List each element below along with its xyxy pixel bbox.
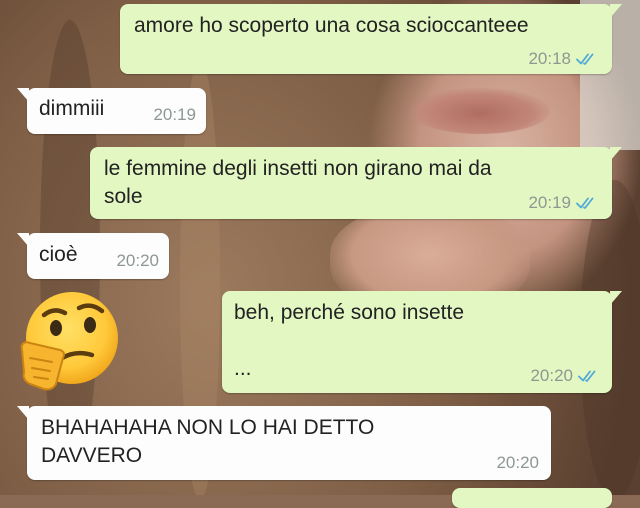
message-time: 20:20 [530, 366, 573, 385]
message-text: dimmiii [39, 97, 105, 120]
message-text: beh, perché sono insette ... [234, 301, 464, 380]
message-time: 20:18 [528, 49, 571, 68]
background-lips [410, 88, 550, 134]
thinking-face-emoji-icon[interactable] [16, 288, 122, 394]
message-bubble-incoming[interactable]: dimmiii 20:19 [17, 88, 206, 134]
message-text: cioè [39, 243, 78, 266]
message-meta: 20:19 [528, 193, 598, 215]
message-time: 20:19 [528, 193, 571, 212]
message-text: le femmine degli insetti non girano mai … [104, 157, 492, 208]
double-check-read-icon [576, 195, 598, 215]
message-meta: 20:20 [530, 366, 600, 388]
double-check-read-icon [576, 51, 598, 71]
message-bubble-outgoing[interactable]: amore ho scoperto una cosa scioccanteee … [120, 4, 622, 74]
message-text: BHAHAHAHA NON LO HAI DETTO DAVVERO [41, 416, 375, 467]
message-time: 20:20 [116, 251, 159, 270]
message-text: amore ho scoperto una cosa scioccanteee [134, 14, 529, 37]
message-bubble-incoming[interactable]: BHAHAHAHA NON LO HAI DETTO DAVVERO 20:20 [17, 406, 551, 480]
message-meta: 20:18 [528, 49, 598, 71]
double-check-read-icon [578, 368, 600, 388]
message-bubble-outgoing[interactable]: le femmine degli insetti non girano mai … [90, 147, 622, 219]
message-bubble-outgoing-partial[interactable] [452, 488, 612, 508]
message-bubble-outgoing[interactable]: beh, perché sono insette ... 20:20 [222, 291, 622, 393]
message-time: 20:20 [496, 453, 539, 472]
message-bubble-incoming[interactable]: cioè 20:20 [17, 233, 169, 279]
message-time: 20:19 [153, 105, 196, 124]
